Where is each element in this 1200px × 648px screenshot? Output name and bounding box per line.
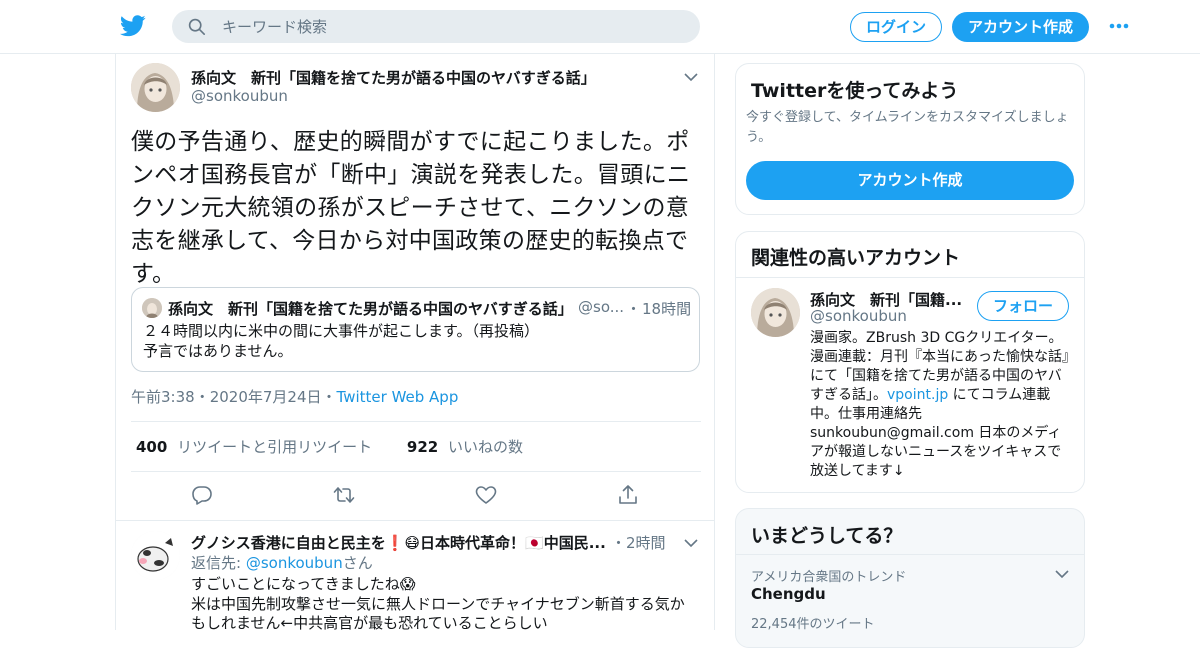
search-icon bbox=[188, 18, 206, 36]
author-avatar[interactable] bbox=[131, 63, 180, 112]
quote-avatar bbox=[142, 298, 162, 318]
reply-author-name[interactable]: グノシス香港に自由と民主を❗😷日本時代革命！🇯🇵中国民... bbox=[191, 532, 606, 553]
login-button[interactable]: ログイン bbox=[850, 12, 942, 42]
quote-author-handle: @so... bbox=[578, 298, 625, 316]
trends-divider bbox=[736, 554, 1084, 555]
reply-to-suffix: さん bbox=[342, 554, 373, 572]
top-navigation-bar: ログイン アカウント作成 bbox=[0, 0, 1200, 54]
reply-separator: ・ bbox=[611, 534, 627, 552]
trend-name[interactable]: Chengdu bbox=[751, 585, 826, 603]
related-account-avatar[interactable] bbox=[751, 288, 800, 337]
trends-card: いまどうしてる？ アメリカ合衆国のトレンド Chengdu 22,454件のツイ… bbox=[735, 508, 1085, 648]
reply-avatar-illustration bbox=[131, 531, 180, 580]
related-account-handle[interactable]: @sonkoubun bbox=[810, 307, 907, 325]
tweet-source-link[interactable]: Twitter Web App bbox=[337, 388, 459, 406]
stats-divider bbox=[131, 471, 701, 472]
author-name[interactable]: 孫向文 新刊「国籍を捨てた男が語る中国のヤバすぎる話」 bbox=[191, 67, 596, 88]
trend-tweet-count: 22,454件のツイート bbox=[751, 617, 875, 632]
related-account-bio: 漫画家。ZBrush 3D CGクリエイター。漫画連載：月刊『本当にあった愉快な… bbox=[810, 329, 1072, 481]
reply-text-line-2: 米は中国先制攻撃させ一気に無人ドローンでチャイナセブン斬首する気か bbox=[191, 595, 685, 613]
quote-author-name: 孫向文 新刊「国籍を捨てた男が語る中国のヤバすぎる話」 bbox=[168, 300, 573, 318]
tweet-column: 孫向文 新刊「国籍を捨てた男が語る中国のヤバすぎる話」 @sonkoubun 僕… bbox=[115, 54, 715, 632]
quoted-tweet[interactable]: 孫向文 新刊「国籍を捨てた男が語る中国のヤバすぎる話」 @so... ・ 18時… bbox=[131, 287, 700, 372]
reply-divider bbox=[116, 520, 714, 521]
tweet-stats: 400 リツイートと引用リツイート 922 いいねの数 bbox=[136, 436, 523, 457]
like-label[interactable]: いいねの数 bbox=[448, 438, 523, 456]
reply-to-line: 返信先: @sonkoubunさん bbox=[191, 553, 373, 573]
reply-text-line-1: すごいことになってきましたね😱 bbox=[191, 575, 416, 593]
chevron-down-icon[interactable] bbox=[684, 72, 698, 82]
related-accounts-card: 関連性の高いアカウント 孫向文 新刊「国籍... @sonkoubun フォロー… bbox=[735, 231, 1085, 493]
retweet-count[interactable]: 400 bbox=[136, 438, 167, 456]
quote-avatar-illustration bbox=[142, 298, 162, 318]
signup-button[interactable]: アカウント作成 bbox=[952, 12, 1089, 42]
related-accounts-title: 関連性の高いアカウント bbox=[751, 247, 961, 269]
search-bar[interactable] bbox=[172, 10, 700, 43]
quote-time: 18時間 bbox=[642, 300, 692, 318]
reply-author-avatar[interactable] bbox=[131, 531, 180, 580]
sidebar-signup-button[interactable]: アカウント作成 bbox=[746, 161, 1074, 200]
reply-to-prefix: 返信先: bbox=[191, 554, 246, 572]
reply-to-handle-link[interactable]: @sonkoubun bbox=[246, 554, 343, 572]
like-heart-icon[interactable] bbox=[475, 484, 497, 506]
related-divider bbox=[736, 277, 1084, 278]
follow-button[interactable]: フォロー bbox=[977, 291, 1069, 321]
meta-divider bbox=[131, 421, 701, 422]
trends-title: いまどうしてる？ bbox=[751, 525, 903, 547]
retweet-label[interactable]: リツイートと引用リツイート bbox=[177, 438, 372, 456]
reply-text-line-3: もしれません←中共高官が最も恐れていることらしい bbox=[191, 614, 548, 632]
tweet-meta-separator: ・ bbox=[194, 388, 210, 406]
tweet-meta: 午前3:38・2020年7月24日・Twitter Web App bbox=[131, 386, 458, 407]
retweet-icon[interactable] bbox=[333, 484, 355, 506]
tweet-text: 僕の予告通り、歴史的瞬間がすでに起こりました。ポンペオ国務長官が「断中」演説を発… bbox=[131, 129, 691, 287]
more-options-icon[interactable] bbox=[1108, 18, 1130, 34]
share-icon[interactable] bbox=[617, 484, 639, 506]
like-count[interactable]: 922 bbox=[407, 438, 438, 456]
try-twitter-title: Twitterを使ってみよう bbox=[751, 80, 959, 102]
quote-text-line-2: 予言ではありません。 bbox=[143, 342, 293, 360]
twitter-bird-icon[interactable] bbox=[120, 14, 146, 38]
reply-icon[interactable] bbox=[191, 484, 213, 506]
related-avatar-illustration bbox=[751, 288, 800, 337]
bio-link[interactable]: vpoint.jp bbox=[887, 387, 948, 403]
search-input[interactable] bbox=[222, 10, 682, 43]
trend-chevron-down-icon[interactable] bbox=[1055, 569, 1069, 579]
avatar-illustration bbox=[131, 63, 180, 112]
reply-time[interactable]: 2時間 bbox=[626, 532, 666, 553]
quote-separator: ・ bbox=[626, 300, 642, 318]
tweet-time: 午前3:38 bbox=[131, 388, 195, 406]
try-twitter-subtitle: 今すぐ登録して、タイムラインをカスタマイズしましょう。 bbox=[746, 110, 1069, 145]
quote-text-line-1: ２４時間以内に米中の間に大事件が起こします。（再投稿） bbox=[143, 322, 540, 340]
author-handle[interactable]: @sonkoubun bbox=[191, 87, 288, 105]
quote-text: ２４時間以内に米中の間に大事件が起こします。（再投稿） 予言ではありません。 bbox=[143, 321, 683, 361]
try-twitter-card: Twitterを使ってみよう 今すぐ登録して、タイムラインをカスタマイズしましょ… bbox=[735, 63, 1085, 215]
tweet-meta-separator-2: ・ bbox=[321, 388, 337, 406]
reply-chevron-down-icon[interactable] bbox=[684, 538, 698, 548]
trend-location: アメリカ合衆国のトレンド bbox=[751, 570, 907, 585]
tweet-date: 2020年7月24日 bbox=[209, 388, 322, 406]
